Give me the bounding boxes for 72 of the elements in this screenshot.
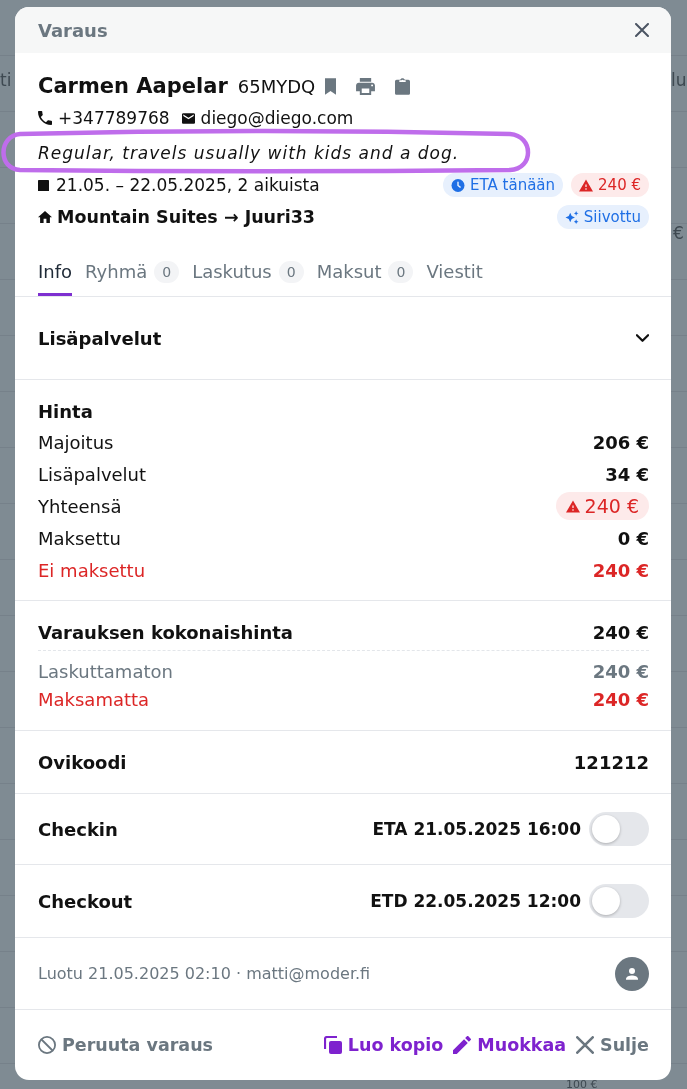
background-text: 100 € (566, 1079, 598, 1089)
tab[interactable]: Ryhmä 0 (85, 247, 180, 296)
clipboard-icon[interactable] (395, 77, 411, 95)
price-value: 206 € (592, 431, 649, 453)
price-label: Maksamatta (38, 688, 150, 710)
total-label: Varauksen kokonaishinta (38, 621, 293, 643)
price-value: 240 € (592, 559, 649, 581)
close-icon[interactable] (635, 23, 649, 37)
booking-code: 65MYDQ (237, 75, 316, 97)
tab-count: 0 (388, 260, 414, 283)
tab[interactable]: Laskutus 0 (192, 247, 304, 296)
avatar-icon[interactable] (615, 956, 649, 991)
door-code-label: Ovikoodi (38, 751, 127, 773)
bookmark-icon[interactable] (325, 77, 337, 95)
dialog-title: Varaus (38, 19, 108, 41)
door-code-value: 121212 (573, 751, 649, 773)
check-label: Checkout (38, 890, 133, 912)
property-route: Mountain Suites → Juuri33 (57, 207, 316, 227)
clock-icon (451, 178, 466, 192)
tab-count: 0 (278, 260, 304, 283)
close-icon (576, 1036, 595, 1054)
price-label: Lisäpalvelut (38, 463, 147, 485)
edit-button[interactable]: Muokkaa (453, 1035, 567, 1055)
pencil-icon (453, 1036, 472, 1054)
eta-label: ETA tänään (470, 176, 556, 194)
tab[interactable]: Maksut 0 (316, 247, 414, 296)
printer-icon[interactable] (356, 77, 376, 95)
calendar-icon (38, 179, 49, 191)
check-label: Checkin (38, 818, 118, 840)
copy-button[interactable]: Luo kopio (323, 1035, 444, 1055)
guest-name: Carmen Aapelar (38, 74, 228, 98)
price-label: Ei maksettu (38, 559, 146, 581)
home-icon (38, 210, 52, 224)
section-title: Lisäpalvelut (38, 327, 162, 349)
total-value: 240 € (592, 621, 649, 643)
amount-label: 240 € (584, 495, 639, 517)
chevron-down-icon[interactable] (636, 334, 649, 342)
toggle-switch[interactable] (589, 812, 649, 846)
warning-icon (565, 499, 580, 513)
price-label: Yhteensä (38, 495, 122, 517)
warning-icon (579, 178, 594, 192)
section-title: Hinta (38, 400, 94, 424)
phone-number: +347789768 (58, 108, 170, 128)
background-text: ti (0, 70, 12, 90)
amount-label: 240 € (598, 176, 641, 194)
tab[interactable]: Info (38, 247, 73, 296)
check-time: ETD 22.05.2025 12:00 (370, 891, 581, 911)
close-button[interactable]: Sulje (576, 1035, 649, 1055)
price-label: Maksettu (38, 527, 121, 549)
email-address: diego@diego.com (200, 108, 354, 128)
sparkle-icon (564, 210, 579, 224)
mail-icon (181, 112, 195, 124)
cancel-button[interactable]: Peruuta varaus (38, 1035, 214, 1055)
tab[interactable]: Viestit (426, 247, 483, 296)
cleaning-label: Siivottu (583, 208, 641, 226)
price-value: 240 € (592, 688, 649, 710)
background-text: € (673, 223, 684, 243)
stay-dates: 21.05. – 22.05.2025, 2 aikuista (56, 175, 320, 195)
price-value: 240 € (592, 660, 649, 682)
background-text: lu (671, 70, 687, 90)
price-label: Majoitus (38, 431, 114, 453)
check-time: ETA 21.05.2025 16:00 (372, 819, 581, 839)
price-value: 34 € (605, 463, 649, 485)
price-value: 0 € (617, 527, 649, 549)
toggle-switch[interactable] (589, 884, 649, 918)
tab-count: 0 (154, 260, 180, 283)
copy-icon (323, 1036, 342, 1054)
price-label: Laskuttamaton (38, 660, 173, 682)
phone-icon (38, 111, 52, 125)
created-info: Luotu 21.05.2025 02:10 · matti@moder.fi (38, 964, 371, 983)
ban-icon (38, 1036, 56, 1054)
guest-note: Regular, travels usually with kids and a dog. (38, 143, 460, 163)
